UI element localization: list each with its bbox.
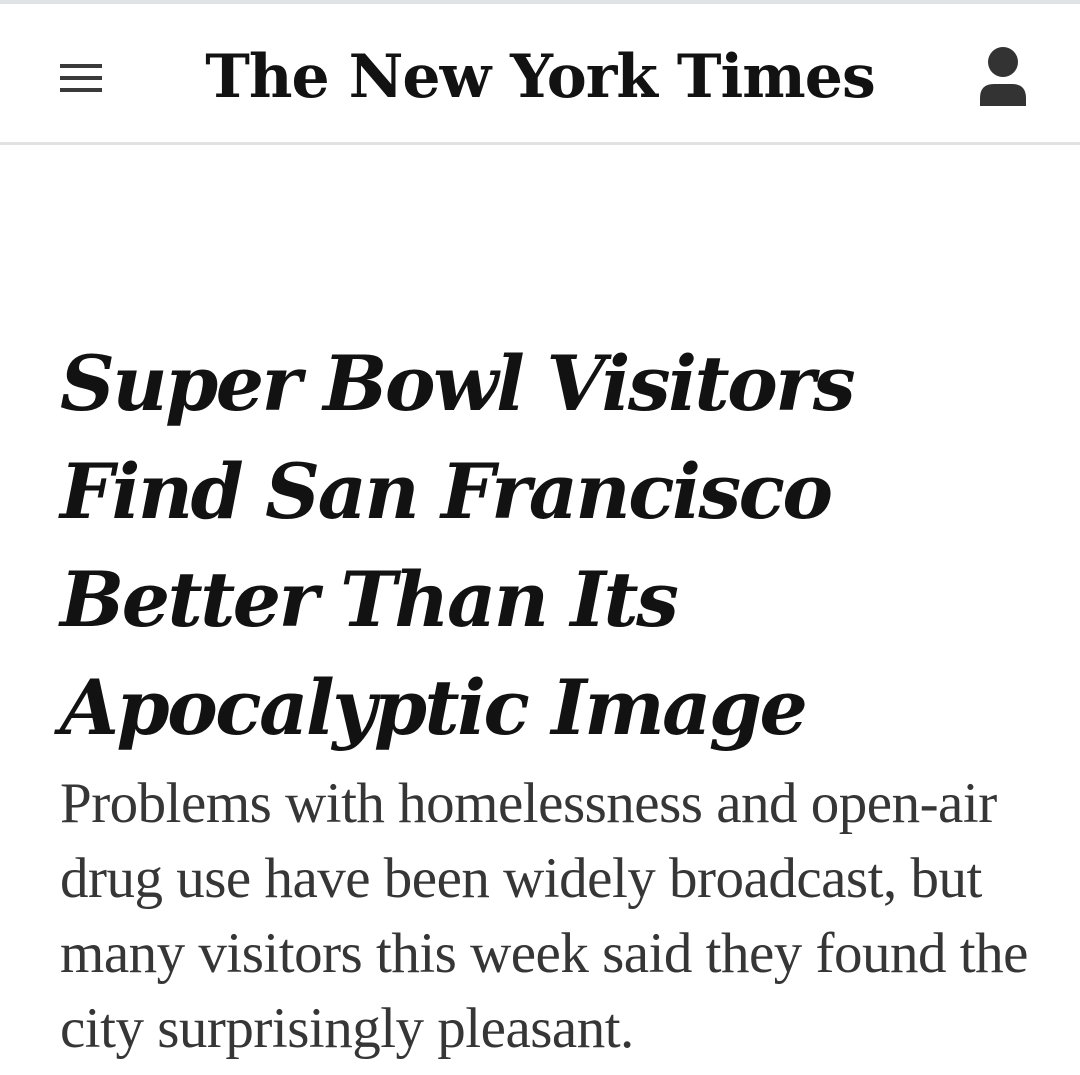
menu-button[interactable] — [52, 50, 110, 102]
account-user-icon — [980, 47, 1026, 106]
header-divider — [0, 142, 1080, 145]
site-header: The New York Times — [0, 4, 1080, 143]
article-headline[interactable]: Super Bowl Visitors Find San Francisco B… — [60, 330, 1040, 762]
article-page: The New York Times Super Bowl Visitors F… — [0, 0, 1080, 1075]
masthead-logo[interactable]: The New York Times — [200, 32, 880, 122]
account-button[interactable] — [970, 42, 1036, 114]
article-summary: Problems with homelessness and open-air … — [60, 772, 1028, 1060]
article-header: Super Bowl Visitors Find San Francisco B… — [60, 330, 1040, 1066]
